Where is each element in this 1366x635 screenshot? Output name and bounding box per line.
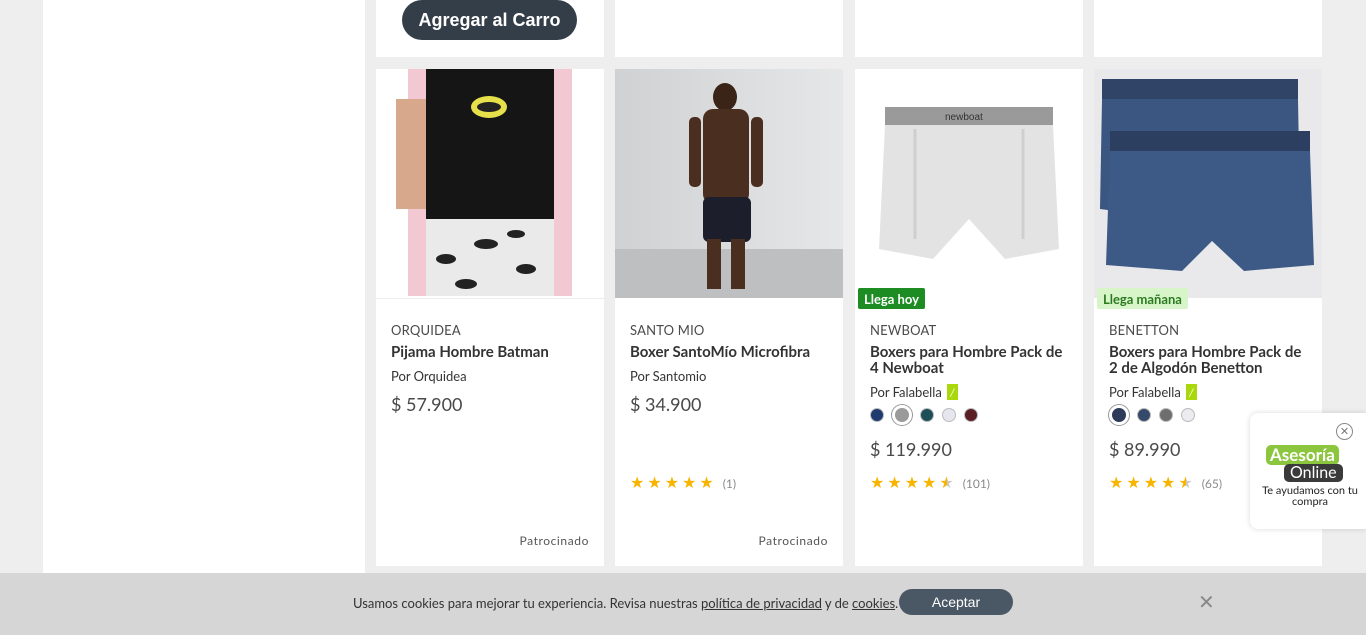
star-half-icon: ★ <box>939 473 954 492</box>
product-title[interactable]: Boxers para Hombre Pack de 2 de Algodón … <box>1109 344 1309 376</box>
asesoria-subtitle: Te ayudamos con tu compra <box>1262 484 1358 508</box>
color-swatch[interactable] <box>942 408 956 422</box>
privacy-policy-link[interactable]: política de privacidad <box>701 595 822 611</box>
product-brand: SANTO MIO <box>630 322 705 338</box>
product-seller: Por Falabella / <box>1109 384 1197 400</box>
star-icon: ★ <box>904 473 920 492</box>
asesoria-logo-top: Asesoría <box>1266 445 1339 465</box>
asesoria-online-widget[interactable]: ✕ Asesoría Online Te ayudamos con tu com… <box>1250 413 1366 529</box>
accept-cookies-button[interactable]: Aceptar <box>899 589 1013 615</box>
product-card-top-4 <box>1094 0 1322 57</box>
star-icon: ★ <box>1126 473 1141 492</box>
product-card-top-3 <box>855 0 1083 57</box>
star-icon: ★ <box>647 473 662 492</box>
color-swatches <box>1109 405 1195 425</box>
star-icon: ★ <box>887 473 902 492</box>
cookie-message: Usamos cookies para mejorar tu experienc… <box>353 595 899 611</box>
product-price: $ 57.900 <box>391 393 463 415</box>
star-icon: ★ <box>870 473 885 492</box>
product-image[interactable] <box>376 69 604 298</box>
product-brand: NEWBOAT <box>870 322 937 338</box>
product-title[interactable]: Boxer SantoMío Microfibra <box>630 344 830 360</box>
product-brand: BENETTON <box>1109 322 1180 338</box>
product-seller: Por Santomio <box>630 368 707 384</box>
review-count: (1) <box>722 475 737 491</box>
product-seller: Por Orquidea <box>391 368 467 384</box>
color-swatch[interactable] <box>892 405 912 425</box>
star-icon: ★ <box>922 473 937 492</box>
product-card[interactable]: ORQUIDEA Pijama Hombre Batman Por Orquid… <box>376 69 604 566</box>
asesoria-logo-bottom: Online <box>1284 464 1343 482</box>
product-price: $ 119.990 <box>870 438 952 460</box>
color-swatch[interactable] <box>964 408 978 422</box>
product-title[interactable]: Pijama Hombre Batman <box>391 344 591 360</box>
close-icon[interactable]: ✕ <box>1336 423 1353 440</box>
star-icon: ★ <box>630 473 645 492</box>
color-swatch[interactable] <box>1109 405 1129 425</box>
color-swatch[interactable] <box>870 408 884 422</box>
color-swatch[interactable] <box>1159 408 1173 422</box>
filters-sidebar <box>43 0 365 573</box>
cookies-link[interactable]: cookies <box>852 595 895 611</box>
product-card[interactable]: newboat Llega hoy NEWBOAT Boxers para Ho… <box>855 69 1083 566</box>
falabella-icon: / <box>1185 384 1197 400</box>
close-icon[interactable]: ✕ <box>1198 592 1215 612</box>
star-half-icon: ★ <box>1178 473 1193 492</box>
review-count: (101) <box>962 475 991 491</box>
product-card-top-1: Agregar al Carro <box>376 0 604 57</box>
add-to-cart-button[interactable]: Agregar al Carro <box>402 0 577 40</box>
color-swatch[interactable] <box>1181 408 1195 422</box>
delivery-badge: Llega mañana <box>1097 288 1188 309</box>
star-icon: ★ <box>1161 473 1176 492</box>
color-swatch[interactable] <box>1137 408 1151 422</box>
svg-text:newboat: newboat <box>945 112 983 123</box>
star-icon: ★ <box>664 473 680 492</box>
sponsored-label: Patrocinado <box>758 533 828 548</box>
product-price: $ 89.990 <box>1109 438 1181 460</box>
color-swatches <box>870 405 978 425</box>
product-brand: ORQUIDEA <box>391 322 461 338</box>
product-card[interactable]: SANTO MIO Boxer SantoMío Microfibra Por … <box>615 69 843 566</box>
product-image[interactable] <box>1094 69 1322 298</box>
divider <box>376 298 604 299</box>
product-price: $ 34.900 <box>630 393 702 415</box>
rating-stars: ★ ★ ★ ★ ★ (101) <box>870 475 990 491</box>
delivery-badge: Llega hoy <box>858 288 925 309</box>
rating-stars: ★ ★ ★ ★ ★ (65) <box>1109 475 1222 491</box>
sponsored-label: Patrocinado <box>519 533 589 548</box>
star-icon: ★ <box>1143 473 1159 492</box>
review-count: (65) <box>1201 475 1223 491</box>
product-title[interactable]: Boxers para Hombre Pack de 4 Newboat <box>870 344 1070 376</box>
star-icon: ★ <box>682 473 697 492</box>
star-icon: ★ <box>1109 473 1124 492</box>
product-card-top-2 <box>615 0 843 57</box>
falabella-icon: / <box>946 384 958 400</box>
product-seller: Por Falabella / <box>870 384 958 400</box>
product-image[interactable]: newboat <box>855 69 1083 298</box>
product-image[interactable] <box>615 69 843 298</box>
cookie-banner: Usamos cookies para mejorar tu experienc… <box>0 573 1366 635</box>
color-swatch[interactable] <box>920 408 934 422</box>
star-icon: ★ <box>699 473 714 492</box>
rating-stars: ★ ★ ★ ★ ★ (1) <box>630 475 736 491</box>
